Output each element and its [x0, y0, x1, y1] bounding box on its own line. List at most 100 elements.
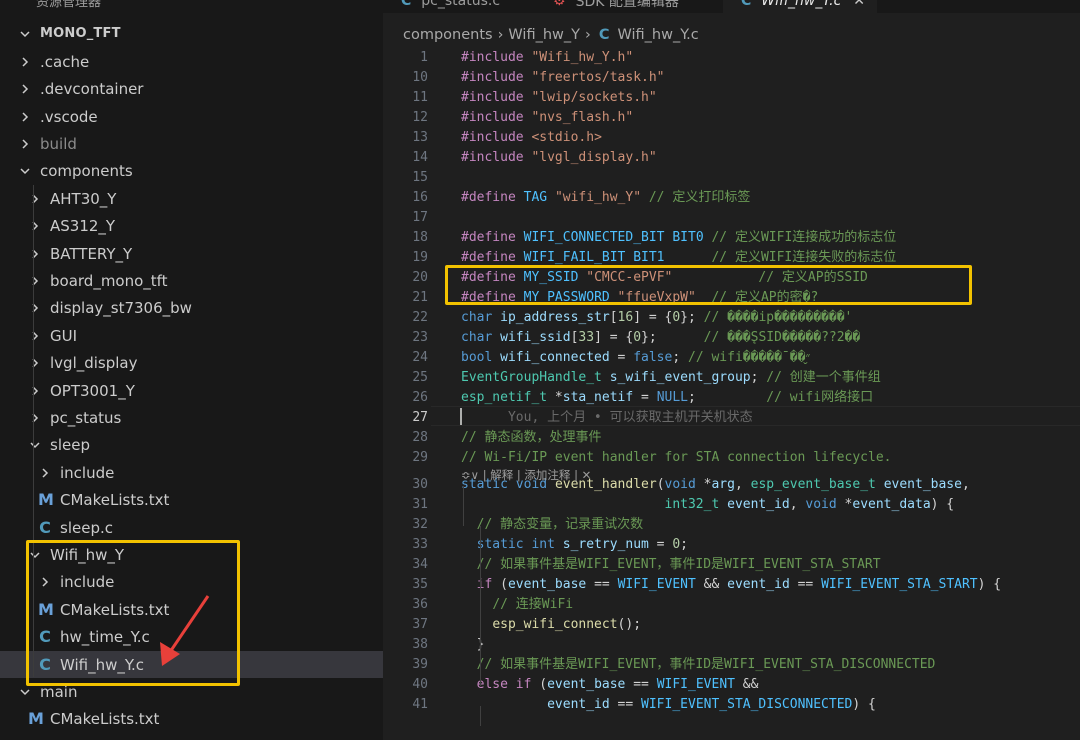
tree-item[interactable]: .vscode	[0, 103, 383, 130]
code-text: event_id == WIFI_EVENT_STA_DISCONNECTED)…	[547, 697, 876, 712]
line-number: 25	[412, 370, 428, 385]
close-icon[interactable]: ✕	[853, 0, 865, 9]
tree-item[interactable]: AS312_Y	[0, 212, 383, 239]
code-line[interactable]: 31 int32_t event_id, void *event_data) {	[383, 495, 1080, 515]
chevron-right-icon	[28, 219, 42, 233]
tree-root-mono-tft[interactable]: MONO_TFT	[0, 20, 383, 47]
tree-item[interactable]: include	[0, 459, 383, 486]
code-text: char wifi_ssid[33] = {0}; // ���̨SSID���…	[461, 330, 861, 345]
line-number: 29	[412, 450, 428, 465]
code-line[interactable]: 40 else if (event_base == WIFI_EVENT &&	[383, 675, 1080, 695]
line-number: 14	[412, 150, 428, 165]
line-number: 19	[412, 250, 428, 265]
code-text: int32_t event_id, void *event_data) {	[664, 497, 955, 512]
tree-item[interactable]: board_mono_tft	[0, 267, 383, 294]
tab-wifi-hw-y[interactable]: C Wifi_hw_Y.c ✕	[723, 0, 878, 13]
c-file-icon: C	[598, 27, 610, 43]
tree-item[interactable]: sleep	[0, 431, 383, 458]
breadcrumb-folder[interactable]: Wifi_hw_Y	[508, 27, 580, 43]
tree-item-label: display_st7306_bw	[50, 298, 192, 317]
line-number: 16	[412, 190, 428, 205]
code-line[interactable]: 29 // Wi-Fi/IP event handler for STA conn…	[383, 448, 1080, 468]
code-line[interactable]: 39 // 如果事件基是WIFI_EVENT，事件ID是WIFI_EVENT_S…	[383, 655, 1080, 675]
breadcrumb: components › Wifi_hw_Y › C Wifi_hw_Y.c	[403, 25, 699, 45]
gear-icon: ⚙	[553, 0, 566, 9]
line-number: 39	[412, 657, 428, 672]
tree-item-label: AS312_Y	[50, 216, 116, 235]
tree-item-label: CMakeLists.txt	[60, 490, 170, 509]
code-line[interactable]: 11 #include "lwip/sockets.h"	[383, 88, 1080, 108]
tree-item[interactable]: lvgl_display	[0, 349, 383, 376]
code-line[interactable]: 37 esp_wifi_connect();	[383, 615, 1080, 635]
chevron-right-icon	[18, 137, 32, 151]
code-line[interactable]: 41 event_id == WIFI_EVENT_STA_DISCONNECT…	[383, 695, 1080, 715]
code-text: You, 上个月 • 可以获取主机开关机状态	[461, 410, 753, 425]
tree-item[interactable]: GUI	[0, 322, 383, 349]
line-number: 37	[412, 617, 428, 632]
code-line[interactable]: 22 char ip_address_str[16] = {0}; // ����…	[383, 308, 1080, 328]
breadcrumb-file[interactable]: Wifi_hw_Y.c	[617, 27, 698, 43]
line-number: 26	[412, 390, 428, 405]
line-number: 34	[412, 557, 428, 572]
code-line[interactable]: 12 #include "nvs_flash.h"	[383, 108, 1080, 128]
code-line[interactable]: 35 if (event_base == WIFI_EVENT && event…	[383, 575, 1080, 595]
chevron-right-icon	[28, 384, 42, 398]
code-line[interactable]: 38 }	[383, 635, 1080, 655]
code-line[interactable]: 14 #include "lvgl_display.h"	[383, 148, 1080, 168]
code-line[interactable]: 10 #include "freertos/task.h"	[383, 68, 1080, 88]
code-text: static int s_retry_num = 0;	[476, 537, 688, 552]
line-number: 13	[412, 130, 428, 145]
tree-item[interactable]: .devcontainer	[0, 75, 383, 102]
tree-item-label: board_mono_tft	[50, 271, 168, 290]
code-line[interactable]: 15	[383, 168, 1080, 188]
tree-item[interactable]: components	[0, 157, 383, 184]
line-number: 38	[412, 637, 428, 652]
chevron-right-icon	[28, 274, 42, 288]
tree-item-label: .devcontainer	[40, 79, 144, 98]
tab-pc-status[interactable]: C pc_status.c	[401, 0, 500, 13]
code-line[interactable]: 28 // 静态函数，处理事件	[383, 428, 1080, 448]
code-line[interactable]: 18 #define WIFI_CONNECTED_BIT BIT0 // 定义W…	[383, 228, 1080, 248]
tab-sdk-config[interactable]: ⚙ SDK 配置编辑器	[553, 0, 679, 13]
tree-item-label: include	[60, 463, 115, 482]
tree-item[interactable]: BATTERY_Y	[0, 240, 383, 267]
code-line[interactable]: 24 bool wifi_connected = false; // wifi��…	[383, 348, 1080, 368]
tree-item[interactable]: Csleep.c	[0, 514, 383, 541]
line-number: 24	[412, 350, 428, 365]
tree-item-label: pc_status	[50, 408, 122, 427]
code-line[interactable]: 13 #include <stdio.h>	[383, 128, 1080, 148]
code-line[interactable]: 23 char wifi_ssid[33] = {0}; // ���̨SSID�…	[383, 328, 1080, 348]
codelens-actions[interactable]: ≎∨ | 解释 | 添加注释 | ✕	[461, 466, 591, 484]
breadcrumb-components[interactable]: components	[403, 27, 493, 43]
explorer-title: 资源管理器	[36, 0, 102, 10]
code-line[interactable]: 17	[383, 208, 1080, 228]
tree-item[interactable]: build	[0, 130, 383, 157]
line-number: 31	[412, 497, 428, 512]
breadcrumb-separator: ›	[497, 27, 504, 43]
tree-item-label: CMakeLists.txt	[50, 709, 160, 728]
code-line[interactable]: 32 // 静态变量，记录重试次数	[383, 515, 1080, 535]
red-arrow-annotation	[160, 595, 210, 666]
tree-item[interactable]: OPT3001_Y	[0, 377, 383, 404]
code-line[interactable]: 36 // 连接WiFi	[383, 595, 1080, 615]
code-line[interactable]: 1 #include "Wifi_hw_Y.h"	[383, 48, 1080, 68]
line-number: 17	[412, 210, 428, 225]
code-line[interactable]: 27 You, 上个月 • 可以获取主机开关机状态	[383, 408, 1080, 428]
tree-item[interactable]: M CMakeLists.txt	[0, 486, 383, 513]
code-line[interactable]: 25 EventGroupHandle_t s_wifi_event_group;…	[383, 368, 1080, 388]
tree-item[interactable]: display_st7306_bw	[0, 294, 383, 321]
tree-item[interactable]: .cache	[0, 48, 383, 75]
chevron-right-icon	[28, 356, 42, 370]
highlight-box-ssid-password	[445, 265, 972, 305]
code-line[interactable]: 16 #define TAG "wifi_hw_Y" // 定义打印标签	[383, 188, 1080, 208]
tree-item[interactable]: M CMakeLists.txt	[0, 705, 383, 732]
c-file-icon: C	[39, 518, 51, 537]
code-text: #include "freertos/task.h"	[461, 70, 665, 85]
code-line[interactable]: 26 esp_netif_t *sta_netif = NULL; // wifi…	[383, 388, 1080, 408]
code-line[interactable]: 34 // 如果事件基是WIFI_EVENT，事件ID是WIFI_EVENT_S…	[383, 555, 1080, 575]
tree-item[interactable]: AHT30_Y	[0, 185, 383, 212]
c-file-icon: C	[401, 0, 412, 9]
tree-item[interactable]: pc_status	[0, 404, 383, 431]
code-line[interactable]: 33 static int s_retry_num = 0;	[383, 535, 1080, 555]
tab-bar: C pc_status.c ⚙ SDK 配置编辑器 C Wifi_hw_Y.c …	[383, 0, 1080, 13]
